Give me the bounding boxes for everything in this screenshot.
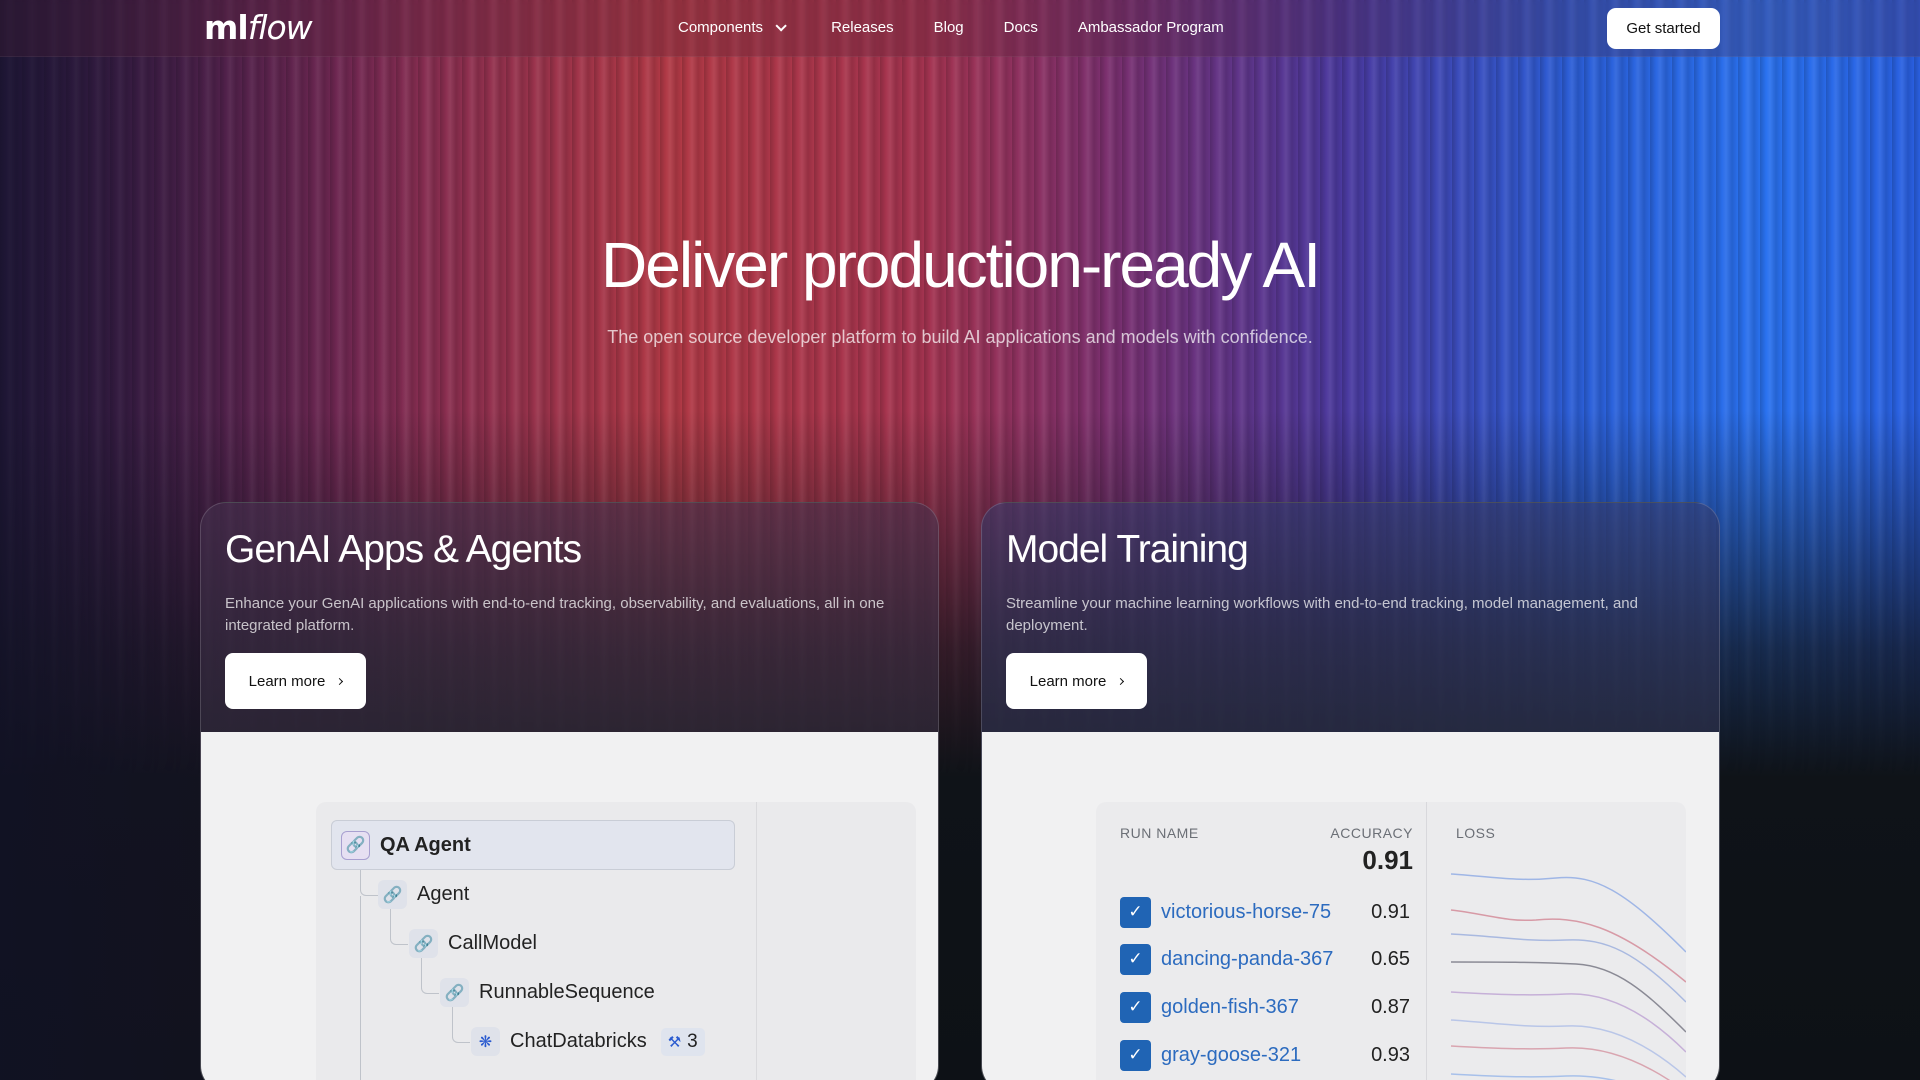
card-title: GenAI Apps & Agents xyxy=(225,528,582,571)
link-icon: 🔗 xyxy=(378,880,407,909)
mlflow-logo[interactable]: mlflow xyxy=(204,8,313,47)
card-description: Enhance your GenAI applications with end… xyxy=(225,595,885,634)
run-accuracy: 0.93 xyxy=(1371,1043,1410,1066)
checkbox[interactable]: ✓ xyxy=(1120,991,1151,1023)
nav-item-blog[interactable]: Blog xyxy=(934,19,964,36)
nav-item-docs[interactable]: Docs xyxy=(1004,19,1038,36)
checkbox[interactable]: ✓ xyxy=(1120,896,1151,928)
chevron-right-icon xyxy=(1117,677,1125,685)
accuracy-summary: 0.91 xyxy=(1362,845,1413,875)
link-icon: 🔗 xyxy=(409,929,438,958)
run-row[interactable]: ✓ victorious-horse-75 0.91 xyxy=(1120,896,1410,928)
trace-node-callmodel[interactable]: 🔗 CallModel xyxy=(409,929,537,958)
trace-preview-panel: 🔗 QA Agent 🔗 Agent 🔗 CallModel 🔗 Runnabl… xyxy=(201,732,938,1080)
run-name-link[interactable]: gray-goose-321 xyxy=(1161,1044,1371,1067)
checkbox[interactable]: ✓ xyxy=(1120,943,1151,975)
chevron-right-icon xyxy=(336,677,344,685)
loss-line xyxy=(1450,1073,1617,1080)
model-icon: ❋ xyxy=(471,1027,500,1056)
loss-line xyxy=(1450,991,1686,1053)
nav-item-ambassador-program[interactable]: Ambassador Program xyxy=(1078,19,1224,36)
genai-card: GenAI Apps & Agents Enhance your GenAI a… xyxy=(200,502,939,1080)
accuracy-header: ACCURACY xyxy=(1330,825,1413,841)
card-description: Streamline your machine learning workflo… xyxy=(1006,595,1638,634)
run-accuracy: 0.91 xyxy=(1371,900,1410,923)
trace-node-chatdatabricks[interactable]: ❋ ChatDatabricks ⚒ 3 xyxy=(471,1027,705,1056)
run-name-link[interactable]: golden-fish-367 xyxy=(1161,996,1371,1019)
runs-table: RUN NAME ACCURACY LOSS 0.91 ✓ victorious… xyxy=(1096,802,1686,1080)
loss-line xyxy=(1450,909,1686,983)
nav-links: Components Releases Blog Docs Ambassador… xyxy=(678,0,1264,55)
runs-preview-panel: RUN NAME ACCURACY LOSS 0.91 ✓ victorious… xyxy=(982,732,1719,1080)
run-accuracy: 0.87 xyxy=(1371,995,1410,1018)
model-training-card: Model Training Streamline your machine l… xyxy=(981,502,1720,1080)
run-name-link[interactable]: dancing-panda-367 xyxy=(1161,948,1371,971)
run-name-header: RUN NAME xyxy=(1120,825,1199,841)
run-name-link[interactable]: victorious-horse-75 xyxy=(1161,901,1371,924)
learn-more-button[interactable]: Learn more xyxy=(1006,653,1147,709)
trace-node-runnablesequence[interactable]: 🔗 RunnableSequence xyxy=(440,978,655,1007)
tool-count-badge: ⚒ 3 xyxy=(660,1027,705,1056)
top-navigation: mlflow Components Releases Blog Docs Amb… xyxy=(0,0,1920,57)
loss-header: LOSS xyxy=(1456,825,1496,841)
trace-tree: 🔗 QA Agent 🔗 Agent 🔗 CallModel 🔗 Runnabl… xyxy=(316,802,916,1080)
card-title: Model Training xyxy=(1006,528,1249,571)
learn-more-button[interactable]: Learn more xyxy=(225,653,366,709)
run-row[interactable]: ✓ golden-fish-367 0.87 xyxy=(1120,991,1410,1023)
link-icon: 🔗 xyxy=(341,830,370,860)
nav-item-components[interactable]: Components xyxy=(678,19,787,36)
loss-line xyxy=(1450,933,1686,1003)
checkbox[interactable]: ✓ xyxy=(1120,1039,1151,1071)
trace-node-qa-agent[interactable]: 🔗 QA Agent xyxy=(331,820,735,870)
link-icon: 🔗 xyxy=(440,978,469,1007)
run-accuracy: 0.65 xyxy=(1371,947,1410,970)
run-row[interactable]: ✓ dancing-panda-367 0.65 xyxy=(1120,943,1410,975)
hero-subtitle: The open source developer platform to bu… xyxy=(607,327,1313,347)
loss-sparklines xyxy=(1450,873,1686,1080)
hero-title: Deliver production-ready AI xyxy=(601,229,1321,301)
run-row[interactable]: ✓ gray-goose-321 0.93 xyxy=(1120,1039,1410,1071)
get-started-button[interactable]: Get started xyxy=(1607,8,1720,49)
hammer-icon: ⚒ xyxy=(667,1033,682,1051)
nav-item-releases[interactable]: Releases xyxy=(831,19,894,36)
chevron-down-icon xyxy=(775,19,787,32)
trace-node-agent[interactable]: 🔗 Agent xyxy=(378,880,469,909)
